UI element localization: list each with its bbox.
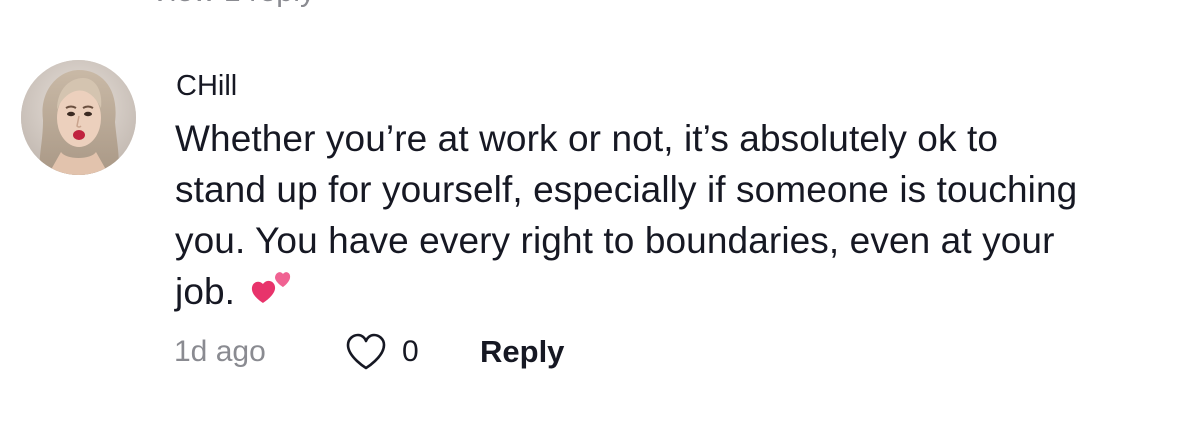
like-button[interactable]: 0 — [344, 330, 419, 374]
comment-username[interactable]: CHill — [176, 68, 237, 104]
comment-text-line-last: job. — [175, 266, 1165, 319]
comment-text-line: Whether you’re at work or not, it’s abso… — [175, 118, 999, 159]
like-count: 0 — [402, 335, 419, 368]
comment-timestamp: 1d ago — [174, 335, 266, 368]
comment-actions: 1d ago 0 Reply — [0, 326, 1200, 376]
two-hearts-emoji — [249, 266, 291, 319]
heart-outline-icon — [346, 333, 386, 370]
reply-button[interactable]: Reply — [480, 330, 564, 374]
comment-text: Whether you’re at work or not, it’s abso… — [175, 113, 1165, 319]
comment-item: CHill Whether you’re at work or not, it’… — [0, 0, 1200, 433]
user-avatar[interactable] — [21, 60, 136, 175]
profile-photo-avatar — [21, 60, 136, 175]
comment-text-line: stand up for yourself, especially if som… — [175, 169, 1078, 210]
comment-text-line-end: job. — [175, 271, 236, 312]
comment-text-line: you. You have every right to boundaries,… — [175, 220, 1055, 261]
